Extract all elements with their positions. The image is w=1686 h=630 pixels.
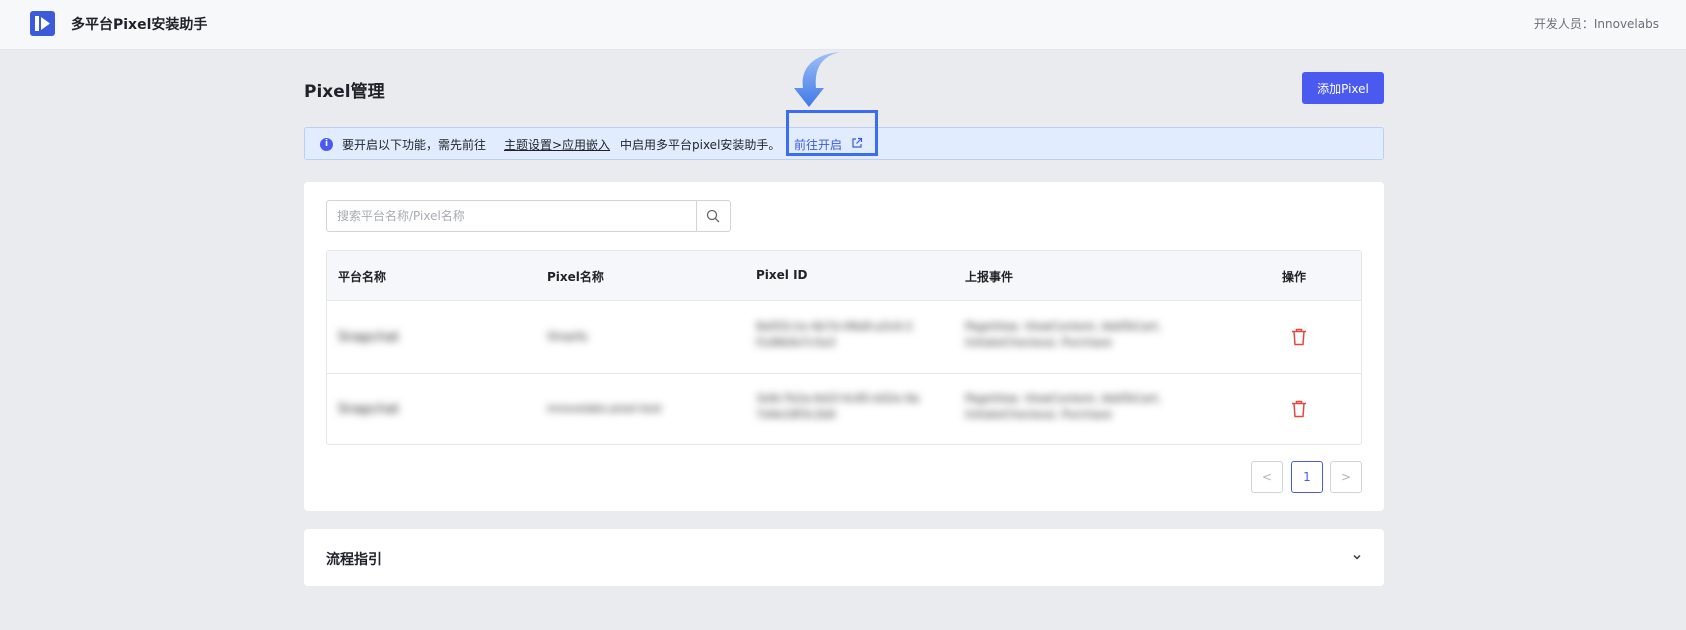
cell-platform: Snapchat [338, 402, 400, 417]
table-row: Snapchat Shopify 8a5f2c1e-4b7d-49e8-a3c6… [327, 302, 1361, 374]
chevron-down-icon[interactable] [1352, 552, 1362, 562]
notice-text-after: 中启用多平台pixel安装助手。 [620, 138, 781, 152]
pagination-prev-button[interactable]: < [1251, 461, 1283, 493]
add-pixel-button[interactable]: 添加Pixel [1302, 72, 1384, 104]
trash-icon[interactable] [1291, 328, 1307, 346]
column-events: 上报事件 [965, 270, 1014, 284]
developer-info: 开发人员：Innovelabs [1533, 17, 1659, 31]
page-title: Pixel管理 [304, 82, 385, 102]
cell-events: PageView, ViewContent, AddToCart, Initiat… [965, 392, 1162, 421]
cell-events: PageView, ViewContent, AddToCart, Initiat… [965, 320, 1162, 349]
table-row: Snapchat innovelabs-pixel-test 3e9c7b2a-… [327, 374, 1361, 444]
search-icon [706, 209, 720, 223]
cell-pixel-name: innovelabs-pixel-test [547, 402, 662, 415]
search-box [326, 200, 731, 232]
process-guide-panel[interactable]: 流程指引 [304, 529, 1384, 586]
cell-pixel-id: 3e9c7b2a-6d1f-4c85-b02e-9a 7d4e18f3c2b6 [756, 392, 920, 421]
notice-banner: i 要开启以下功能，需先前往 主题设置>应用嵌入 中启用多平台pixel安装助手… [304, 110, 1384, 160]
search-button[interactable] [696, 201, 730, 231]
cell-pixel-name: Shopify [547, 330, 588, 343]
pixel-table: 平台名称 Pixel名称 Pixel ID 上报事件 操作 Snapchat S… [326, 250, 1362, 445]
arrow-down-icon [794, 52, 840, 107]
column-pixel-id: Pixel ID [756, 268, 808, 282]
pagination-next-button[interactable]: > [1330, 461, 1362, 493]
column-pixel-name: Pixel名称 [547, 270, 604, 284]
top-bar: 多平台Pixel安装助手 开发人员：Innovelabs [0, 0, 1686, 50]
guide-title: 流程指引 [326, 552, 382, 568]
app-title: 多平台Pixel安装助手 [71, 17, 208, 33]
theme-settings-link[interactable]: 主题设置>应用嵌入 [504, 136, 610, 153]
logo-icon [30, 11, 55, 36]
info-icon: i [320, 138, 333, 151]
cell-platform: Snapchat [338, 330, 400, 345]
column-platform: 平台名称 [338, 270, 387, 284]
external-link-icon[interactable] [851, 137, 863, 149]
pagination-page-1[interactable]: 1 [1291, 461, 1323, 493]
cell-pixel-id: 8a5f2c1e-4b7d-49e8-a3c6-2 f1d9b0e7c5a3 [756, 320, 913, 349]
goto-enable-link[interactable]: 前往开启 [794, 136, 842, 153]
column-actions: 操作 [1282, 270, 1307, 284]
table-header: 平台名称 Pixel名称 Pixel ID 上报事件 操作 [327, 251, 1361, 301]
notice-text: 要开启以下功能，需先前往 [342, 138, 487, 152]
search-input[interactable] [327, 201, 697, 231]
trash-icon[interactable] [1291, 400, 1307, 418]
pixel-list-card: 平台名称 Pixel名称 Pixel ID 上报事件 操作 Snapchat S… [304, 182, 1384, 511]
